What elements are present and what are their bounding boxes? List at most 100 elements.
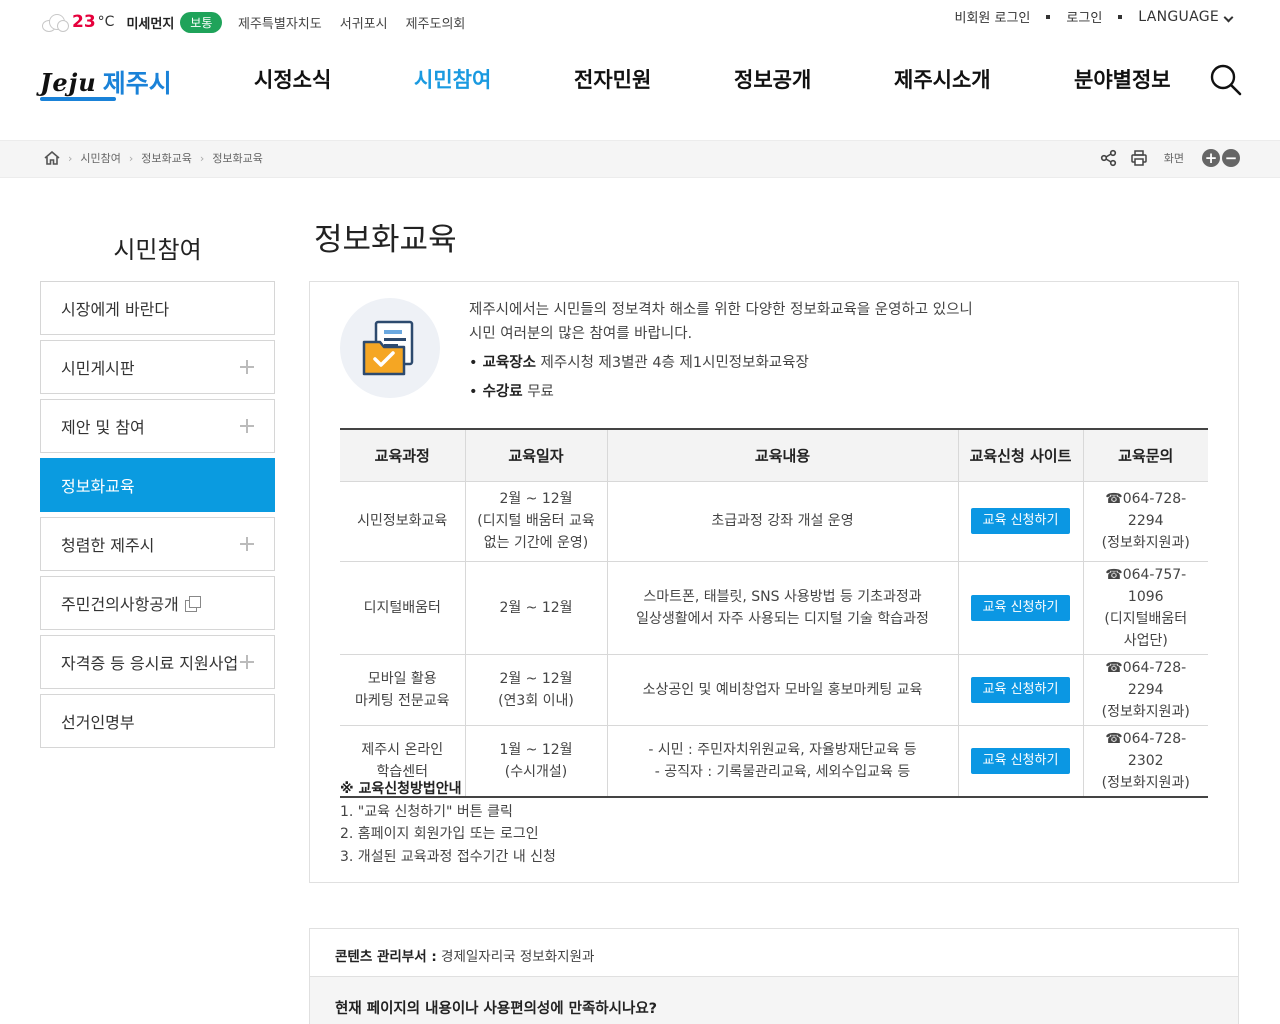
- breadcrumb-item[interactable]: 정보화교육: [212, 150, 263, 166]
- column-header: 교육일자: [464, 429, 608, 482]
- breadcrumb-bar: › 시민참여 › 정보화교육 › 정보화교육 화면 + −: [0, 140, 1280, 178]
- apply-cell: 교육 신청하기: [957, 653, 1084, 726]
- zoom-out-button[interactable]: −: [1222, 149, 1240, 167]
- sidebar-item-mayor[interactable]: 시장에게 바란다: [40, 281, 275, 335]
- language-label: LANGUAGE: [1138, 8, 1219, 25]
- date-cell-line: (디지털 배움터 교육: [477, 513, 595, 529]
- sidebar-item-integrity[interactable]: 청렴한 제주시: [40, 517, 275, 571]
- sidebar-item-label: 청렴한 제주시: [61, 536, 155, 555]
- course-cell: 디지털배움터: [340, 560, 466, 655]
- guide-heading: ※ 교육신청방법안내: [340, 781, 462, 797]
- apply-button[interactable]: 교육 신청하기: [970, 508, 1071, 534]
- education-icon: [340, 298, 440, 398]
- screen-label: 화면: [1163, 152, 1184, 165]
- breadcrumb-item[interactable]: 정보화교육: [141, 150, 192, 166]
- sidebar-item-label: 주민건의사항공개: [61, 595, 179, 614]
- main-navigation: 시정소식 시민참여 전자민원 정보공개 제주시소개 분야별정보: [254, 64, 1194, 94]
- manager-label: 콘텐츠 관리부서 :: [335, 949, 437, 965]
- content-cell: 스마트폰, 태블릿, SNS 사용방법 등 기초과정과 일상생활에서 자주 사용되…: [606, 560, 959, 655]
- course-cell-line: 모바일 활용: [367, 670, 437, 687]
- date-cell: 2월 ~ 12월: [464, 560, 608, 655]
- share-icon[interactable]: [1100, 149, 1118, 167]
- table-row: 디지털배움터 2월 ~ 12월 스마트폰, 태블릿, SNS 사용방법 등 기초과정…: [340, 560, 1208, 655]
- search-button[interactable]: [1210, 64, 1242, 96]
- zoom-in-button[interactable]: +: [1202, 149, 1220, 167]
- gnb-item-news[interactable]: 시정소식: [254, 64, 414, 94]
- content-manager-info: 콘텐츠 관리부서 : 경제일자리국 정보화지원과: [309, 928, 1239, 976]
- gnb-item-disclosure[interactable]: 정보공개: [734, 64, 894, 94]
- contact-cell: ☎064-728-2294 (정보화지원과): [1082, 653, 1208, 726]
- sidebar-item-board[interactable]: 시민게시판: [40, 340, 275, 394]
- sidebar-item-label: 시장에게 바란다: [61, 300, 170, 319]
- separator-dot: [1046, 14, 1051, 19]
- apply-cell: 교육 신청하기: [957, 560, 1084, 655]
- content-cell-line: 초급과정 강좌 개설 운영: [711, 513, 854, 529]
- column-header: 교육문의: [1082, 429, 1208, 482]
- link-jeju-province[interactable]: 제주특별자치도: [238, 13, 322, 32]
- gnb-item-e-civil[interactable]: 전자민원: [574, 64, 734, 94]
- sidebar-item-label: 정보화교육: [61, 477, 135, 496]
- site-logo[interactable]: Jeju 제주시: [40, 60, 190, 104]
- content-cell-line: - 시민 : 주민자치위원교육, 자율방재단교육 등: [648, 741, 917, 758]
- link-seogwipo[interactable]: 서귀포시: [340, 13, 388, 32]
- plus-icon: [240, 360, 254, 374]
- fee-value: 무료: [527, 384, 554, 400]
- contact-cell-line: (정보화지원과): [1101, 703, 1190, 720]
- page-title: 정보화교육: [314, 222, 457, 258]
- course-cell-line: 마케팅 전문교육: [354, 692, 450, 709]
- sidebar-item-label: 시민게시판: [61, 359, 135, 378]
- contact-cell-line: ☎064-728-2302: [1105, 730, 1187, 769]
- contact-cell-line: 사업단): [1123, 632, 1168, 649]
- new-window-icon: [184, 595, 201, 612]
- plus-icon: [240, 537, 254, 551]
- sidebar-item-it-education[interactable]: 정보화교육: [40, 458, 275, 512]
- table-header-row: 교육과정 교육일자 교육내용 교육신청 사이트 교육문의: [340, 429, 1208, 482]
- column-header: 교육신청 사이트: [957, 429, 1084, 482]
- date-cell-line: 1월 ~ 12월: [499, 741, 573, 758]
- gnb-item-participation[interactable]: 시민참여: [414, 64, 574, 94]
- guest-login-link[interactable]: 비회원 로그인: [955, 7, 1031, 26]
- sidebar-item-proposal[interactable]: 제안 및 참여: [40, 399, 275, 453]
- date-cell-line: 2월 ~ 12월: [499, 491, 573, 507]
- sidebar-item-exam-fee[interactable]: 자격증 등 응시료 지원사업: [40, 635, 275, 689]
- breadcrumb-separator: ›: [68, 151, 73, 165]
- apply-button[interactable]: 교육 신청하기: [970, 747, 1071, 774]
- contact-cell-line: (디지털배움터: [1104, 610, 1188, 627]
- date-cell-line: 2월 ~ 12월: [499, 670, 573, 687]
- sidebar-item-petitions[interactable]: 주민건의사항공개: [40, 576, 275, 630]
- cloud-icon: [40, 12, 70, 32]
- temperature: 23: [72, 12, 96, 32]
- logo-text-en: Jeju: [40, 67, 97, 97]
- guide-step: 1. "교육 신청하기" 버튼 클릭: [340, 803, 513, 820]
- column-header: 교육내용: [606, 429, 959, 482]
- application-guide: ※ 교육신청방법안내 1. "교육 신청하기" 버튼 클릭 2. 홈페이지 회원…: [340, 778, 556, 868]
- login-link[interactable]: 로그인: [1066, 7, 1102, 26]
- place-label: 교육장소: [482, 355, 536, 371]
- guide-step: 3. 개설된 교육과정 접수기간 내 신청: [340, 848, 556, 865]
- link-jeju-council[interactable]: 제주도의회: [406, 13, 466, 32]
- sidebar-title: 시민참여: [113, 236, 202, 264]
- logo-swoosh: [40, 97, 116, 101]
- content-box: 제주시에서는 시민들의 정보격차 해소를 위한 다양한 정보화교육을 운영하고 …: [309, 281, 1239, 883]
- dust-label: 미세먼지: [126, 16, 175, 32]
- print-icon[interactable]: [1130, 149, 1148, 167]
- fee-label: 수강료: [482, 384, 523, 400]
- apply-button[interactable]: 교육 신청하기: [970, 594, 1071, 621]
- gnb-item-fields[interactable]: 분야별정보: [1074, 64, 1194, 94]
- content-cell: - 시민 : 주민자치위원교육, 자율방재단교육 등 - 공직자 : 기록물관리교…: [606, 724, 959, 797]
- page-tools: 화면 + −: [1100, 149, 1240, 167]
- contact-cell-line: ☎064-728-2294: [1105, 659, 1187, 698]
- home-icon[interactable]: [44, 151, 60, 165]
- breadcrumb-item[interactable]: 시민참여: [80, 150, 120, 166]
- table-body: 시민정보화교육 2월 ~ 12월 (디지털 배움터 교육 없는 기간에 운영) 초급과정…: [340, 480, 1208, 797]
- fee-info: 수강료 무료: [469, 380, 973, 404]
- content-cell-line: - 공직자 : 기록물관리교육, 세외수입교육 등: [654, 763, 911, 780]
- date-cell-line: 없는 기간에 운영): [483, 535, 589, 551]
- apply-button[interactable]: 교육 신청하기: [970, 676, 1071, 703]
- breadcrumb-separator: ›: [128, 151, 134, 165]
- language-selector[interactable]: LANGUAGE: [1138, 8, 1234, 25]
- sidebar-item-voter-list[interactable]: 선거인명부: [40, 694, 275, 748]
- gnb-item-about[interactable]: 제주시소개: [894, 64, 1074, 94]
- temperature-unit: °C: [97, 14, 115, 30]
- satisfaction-survey: 현재 페이지의 내용이나 사용편의성에 만족하시나요?: [309, 976, 1239, 1024]
